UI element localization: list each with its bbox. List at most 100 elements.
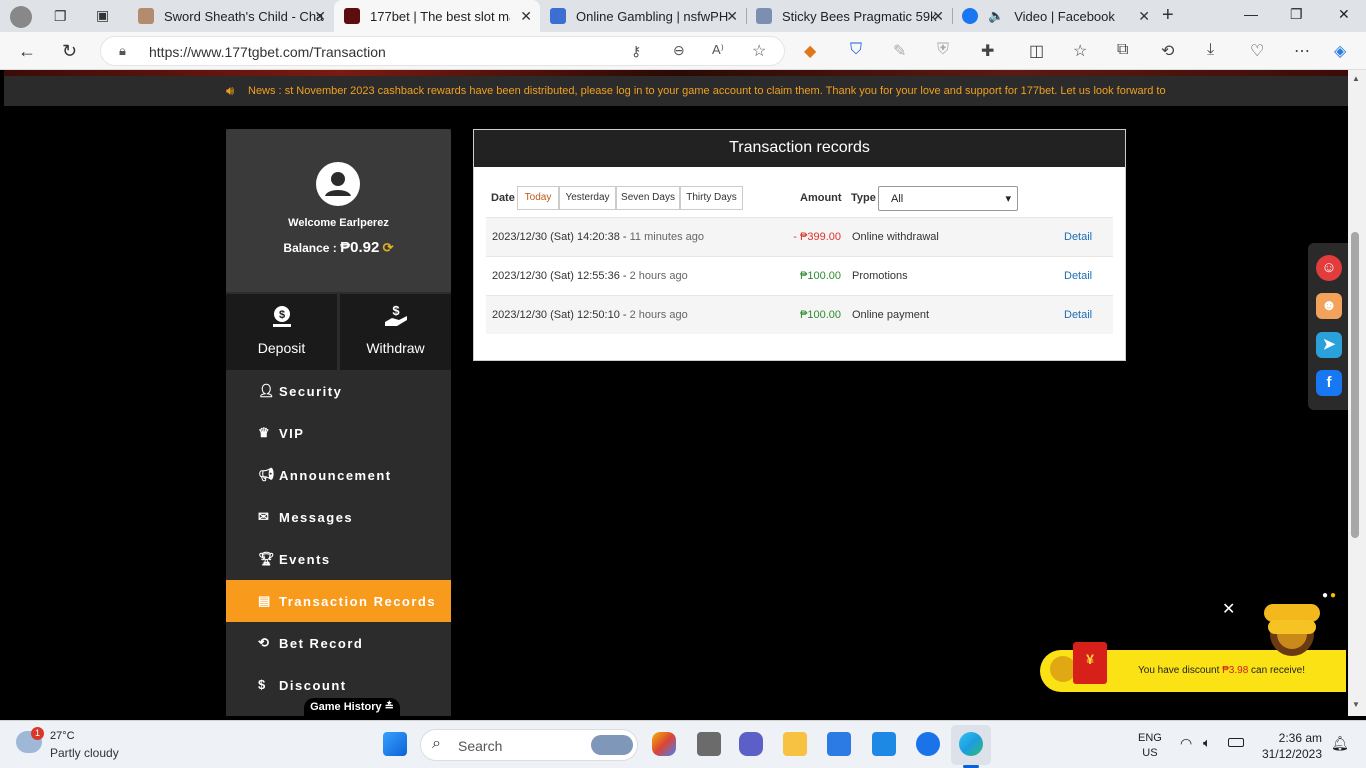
tab-title: Video | Facebook (1014, 8, 1115, 24)
close-icon[interactable]: ✕ (314, 8, 326, 25)
workspaces-icon[interactable]: ❐ (54, 8, 67, 25)
tab-online-gambling[interactable]: Online Gambling | nsfwPH ✕ (540, 0, 746, 32)
refresh-balance-icon[interactable]: ⟳ (383, 240, 394, 255)
menu-item-transaction-records[interactable]: ▤ Transaction Records (226, 580, 451, 622)
telegram-icon[interactable]: ➤ (1316, 332, 1342, 358)
microsoft-store-icon[interactable] (827, 732, 851, 756)
withdraw-button[interactable]: $ Withdraw (340, 294, 451, 370)
menu-item-security[interactable]: 👤︎ Security (226, 370, 451, 412)
file-explorer-icon[interactable] (783, 732, 807, 756)
minimize-icon[interactable]: — (1244, 6, 1258, 22)
row-datetime: 2023/12/30 (Sat) 12:55:36 - 2 hours ago (492, 270, 688, 282)
favorites-icon[interactable]: ☆ (1073, 41, 1087, 61)
menu-item-announcement[interactable]: 📢︎ Announcement (226, 454, 451, 496)
extension-feather-icon[interactable]: ✎ (893, 41, 906, 61)
teams-chat-icon[interactable] (739, 732, 763, 756)
tab-sticky-bees[interactable]: Sticky Bees Pragmatic 59k ✕ (746, 0, 952, 32)
close-icon[interactable]: ✕ (1138, 8, 1150, 25)
agent-icon[interactable]: ☻ (1316, 293, 1342, 319)
speaker-icon[interactable]: 🔈 (988, 8, 1004, 24)
downloads-icon[interactable]: ⤓ (1207, 41, 1214, 59)
good-luck-badge-icon[interactable] (1256, 600, 1328, 656)
volume-icon[interactable]: 🔈︎ (1203, 735, 1211, 751)
tab-177bet[interactable]: 177bet | The best slot mac ✕ (334, 0, 540, 32)
filter-thirty-days-button[interactable]: Thirty Days (680, 186, 743, 210)
weather-temp[interactable]: 27°C (50, 730, 75, 742)
edge-icon[interactable] (959, 732, 983, 756)
facebook-icon[interactable]: f (1316, 370, 1342, 396)
profile-icon[interactable] (10, 6, 32, 28)
input-language[interactable]: ENG US (1138, 731, 1162, 761)
split-screen-icon[interactable]: ◫ (1029, 41, 1044, 61)
discount-pre: You have discount (1138, 665, 1223, 676)
tab-facebook-video[interactable]: 🔈 Video | Facebook ✕ (952, 0, 1158, 32)
scrollbar-thumb[interactable] (1351, 232, 1359, 538)
copilot-app-icon[interactable] (652, 732, 676, 756)
type-select[interactable]: All ▾ (878, 186, 1018, 211)
filter-seven-days-button[interactable]: Seven Days (616, 186, 680, 210)
notifications-icon[interactable]: 🔔︎ (1331, 735, 1349, 752)
system-clock[interactable]: 2:36 am 31/12/2023 (1256, 730, 1322, 762)
url-text[interactable]: https://www.177tgbet.com/Transaction (149, 44, 386, 60)
address-bar[interactable]: 🔒︎ https://www.177tgbet.com/Transaction … (100, 36, 785, 66)
tab-actions-icon[interactable]: ▣ (96, 7, 109, 24)
lock-icon[interactable]: 🔒︎ (119, 43, 126, 59)
bitwarden-icon[interactable]: ⛉ (850, 41, 862, 59)
weather-desc[interactable]: Partly cloudy (50, 746, 119, 760)
filter-yesterday-button[interactable]: Yesterday (559, 186, 616, 210)
read-aloud-icon[interactable]: A⁾ (712, 42, 724, 58)
menu-item-bet-record[interactable]: ⟲ Bet Record (226, 622, 451, 664)
red-envelope-icon[interactable]: ¥ (1073, 642, 1107, 684)
row-amount: ₱100.00 (800, 270, 841, 282)
table-row: 2023/12/30 (Sat) 12:50:10 - 2 hours ago … (486, 295, 1113, 334)
row-detail-link[interactable]: Detail (1064, 270, 1092, 282)
hp-app-icon[interactable] (872, 732, 896, 756)
menu-item-messages[interactable]: ✉ Messages (226, 496, 451, 538)
wifi-icon[interactable]: ◠ (1180, 735, 1192, 752)
balance-value: ₱0.92 (340, 239, 380, 256)
start-icon[interactable] (383, 732, 407, 756)
key-icon[interactable]: ⚷ (631, 43, 641, 60)
menu-item-vip[interactable]: ♛ VIP (226, 412, 451, 454)
refresh-icon[interactable]: ↻ (62, 41, 77, 62)
close-icon[interactable]: ✕ (932, 8, 944, 25)
filter-today-button[interactable]: Today (517, 186, 559, 210)
extensions-icon[interactable]: ✚ (981, 41, 994, 61)
dollar-circle-icon: $ (258, 677, 267, 692)
row-detail-link[interactable]: Detail (1064, 231, 1092, 243)
scroll-up-icon[interactable]: ▲ (1352, 74, 1360, 83)
collections-icon[interactable]: ⧉ (1117, 41, 1128, 59)
history-icon[interactable]: ⟲ (1161, 41, 1174, 61)
row-detail-link[interactable]: Detail (1064, 309, 1092, 321)
svg-text:$: $ (278, 309, 284, 321)
taskbar-search[interactable]: ⌕ Search (420, 729, 638, 761)
battery-icon[interactable] (1228, 738, 1244, 747)
deposit-button[interactable]: $ Deposit (226, 294, 337, 370)
metamask-icon[interactable]: ◆ (804, 41, 816, 61)
close-icon[interactable]: ✕ (520, 8, 532, 25)
copilot-icon[interactable]: ◈ (1334, 41, 1346, 61)
window-close-icon[interactable]: ✕ (1338, 6, 1350, 23)
game-history-toggle[interactable]: Game History ≛ (304, 698, 400, 716)
close-icon[interactable]: ✕ (726, 8, 738, 25)
task-view-icon[interactable] (697, 732, 721, 756)
restore-icon[interactable]: ❐ (1290, 6, 1303, 23)
more-menu-icon[interactable]: ⋯ (1294, 41, 1310, 61)
tab-sword-sheath[interactable]: Sword Sheath's Child - Cha ✕ (128, 0, 334, 32)
shield-extension-icon[interactable]: ⛨ (937, 41, 949, 59)
zoom-icon[interactable]: ⊖ (673, 42, 685, 59)
back-icon[interactable]: ← (18, 41, 36, 62)
table-row: 2023/12/30 (Sat) 12:55:36 - 2 hours ago … (486, 256, 1113, 295)
close-popup-icon[interactable]: ✕ (1222, 599, 1235, 619)
help-icon[interactable] (916, 732, 940, 756)
avatar[interactable] (316, 162, 360, 206)
hand-dollar-icon: $ (340, 303, 451, 334)
support-chat-icon[interactable]: ☺ (1316, 255, 1342, 281)
row-date: 2023/12/30 (Sat) 12:50:10 - (492, 309, 627, 321)
scroll-down-icon[interactable]: ▼ (1352, 700, 1360, 709)
favorite-star-icon[interactable]: ☆ (752, 41, 766, 61)
menu-label: Events (279, 552, 331, 567)
performance-icon[interactable]: ♡ (1250, 41, 1264, 61)
menu-item-events[interactable]: 🏆︎ Events (226, 538, 451, 580)
new-tab-icon[interactable]: + (1162, 4, 1174, 27)
